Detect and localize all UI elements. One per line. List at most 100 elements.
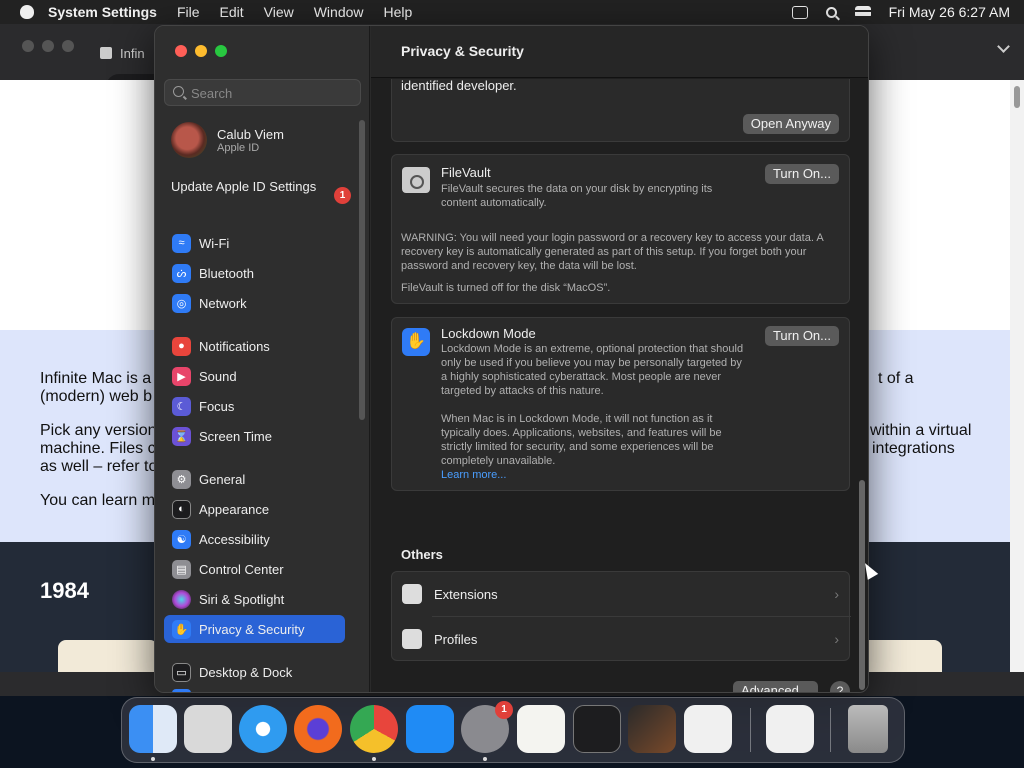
- dock-textedit[interactable]: [517, 705, 565, 753]
- menu-edit[interactable]: Edit: [220, 4, 244, 20]
- moon-icon: ☾: [172, 396, 191, 416]
- bluetooth-icon: ᔖ: [172, 263, 191, 283]
- account-name: Calub Viem: [217, 126, 284, 142]
- dock-chrome[interactable]: [350, 705, 398, 753]
- tab-list-chevron-icon[interactable]: [997, 40, 1010, 53]
- page-scrollbar[interactable]: [1010, 80, 1024, 672]
- dock-trash[interactable]: [848, 705, 888, 753]
- favicon-icon: [100, 47, 112, 59]
- sidebar-item-privacy-security[interactable]: ✋ Privacy & Security: [164, 615, 345, 643]
- sidebar-item-general[interactable]: ⚙ General: [164, 465, 345, 493]
- learn-more-link[interactable]: Learn more...: [441, 468, 506, 482]
- help-button[interactable]: ?: [830, 681, 850, 692]
- dock-safari[interactable]: [239, 705, 287, 753]
- content-scrollbar[interactable]: [859, 480, 865, 690]
- control-center-icon[interactable]: [854, 6, 871, 18]
- apple-id-account[interactable]: Calub Viem Apple ID: [171, 122, 284, 158]
- others-heading: Others: [401, 547, 443, 562]
- intro-line-right: integrations: [872, 440, 955, 457]
- filevault-title: FileVault: [441, 165, 491, 180]
- update-apple-id-item[interactable]: Update Apple ID Settings 1: [171, 179, 351, 204]
- dock-system-settings[interactable]: 1: [461, 701, 513, 753]
- menu-file[interactable]: File: [177, 4, 200, 20]
- year-heading: 1984: [40, 578, 89, 603]
- hourglass-icon: ⌛: [172, 426, 191, 446]
- intro-line: Infinite Mac is a: [40, 370, 152, 387]
- sidebar: Search Calub Viem Apple ID Update Apple …: [155, 26, 370, 692]
- update-badge: 1: [334, 187, 351, 204]
- sidebar-item-bluetooth[interactable]: ᔖ Bluetooth: [164, 259, 345, 287]
- dock-vscode[interactable]: [684, 705, 732, 753]
- apple-menu-icon[interactable]: [20, 5, 34, 19]
- search-icon: [173, 86, 184, 97]
- hand-icon: ✋: [402, 328, 430, 356]
- content-pane: Privacy & Security identified developer.…: [371, 26, 868, 692]
- sidebar-item-appearance[interactable]: ◐ Appearance: [164, 495, 345, 523]
- intro-line: machine. Files c: [40, 440, 156, 457]
- others-list: Extensions › Profiles ›: [391, 571, 851, 661]
- menu-window[interactable]: Window: [314, 4, 364, 20]
- sidebar-item-control-center[interactable]: ▤ Control Center: [164, 555, 345, 583]
- open-anyway-button[interactable]: Open Anyway: [742, 114, 839, 134]
- speaker-icon: ▶: [172, 366, 191, 386]
- dock-visual-studio[interactable]: [766, 705, 814, 753]
- intro-line: Pick any version: [40, 422, 157, 439]
- siri-icon: [172, 589, 191, 609]
- content-scroll-area[interactable]: identified developer. Open Anyway FileVa…: [371, 79, 868, 692]
- filevault-status: FileVault is turned off for the disk “Ma…: [401, 282, 611, 294]
- profiles-row[interactable]: Profiles ›: [392, 617, 851, 661]
- sidebar-item-partial[interactable]: [164, 688, 345, 692]
- sidebar-item-accessibility[interactable]: ☯ Accessibility: [164, 525, 345, 553]
- filevault-desc: FileVault secures the data on your disk …: [441, 183, 713, 209]
- zoom-button[interactable]: [215, 45, 227, 57]
- sidebar-scrollbar[interactable]: [359, 120, 365, 420]
- menu-clock[interactable]: Fri May 26 6:27 AM: [889, 4, 1010, 20]
- extensions-icon: [402, 584, 422, 604]
- sidebar-item-desktop-dock[interactable]: ▭ Desktop & Dock: [164, 658, 345, 686]
- content-header: Privacy & Security: [371, 26, 868, 78]
- avatar: [171, 122, 207, 158]
- dock-app-store[interactable]: [406, 705, 454, 753]
- dock-launchpad[interactable]: [184, 705, 232, 753]
- lockdown-title: Lockdown Mode: [441, 326, 536, 341]
- menu-help[interactable]: Help: [384, 4, 413, 20]
- sidebar-item-focus[interactable]: ☾ Focus: [164, 392, 345, 420]
- chevron-right-icon: ›: [834, 631, 839, 647]
- intro-line-right: t of a: [878, 370, 914, 387]
- menu-view[interactable]: View: [264, 4, 294, 20]
- sidebar-item-notifications[interactable]: ● Notifications: [164, 332, 345, 360]
- close-button[interactable]: [175, 45, 187, 57]
- sidebar-item-network[interactable]: ◎ Network: [164, 289, 345, 317]
- page-title: Privacy & Security: [401, 43, 524, 59]
- system-card[interactable]: [58, 640, 158, 672]
- dock-firefox[interactable]: [294, 705, 342, 753]
- minimize-button[interactable]: [195, 45, 207, 57]
- chevron-right-icon: ›: [834, 586, 839, 602]
- intro-line-right: within a virtual: [870, 422, 972, 439]
- lockdown-desc-2: When Mac is in Lockdown Mode, it will no…: [441, 413, 722, 467]
- intro-link-line[interactable]: You can learn m: [40, 492, 155, 510]
- dock-garageband[interactable]: [628, 705, 676, 753]
- sidebar-item-wifi[interactable]: ≈ Wi-Fi: [164, 229, 345, 257]
- lockdown-turn-on-button[interactable]: Turn On...: [764, 326, 839, 346]
- display-icon: [172, 689, 191, 692]
- dock-finder[interactable]: [129, 705, 177, 753]
- filevault-box: FileVault FileVault secures the data on …: [391, 154, 850, 304]
- advanced-button[interactable]: Advanced...: [733, 681, 818, 692]
- browser-traffic-lights[interactable]: [22, 40, 74, 52]
- screen-mirroring-icon[interactable]: [791, 5, 808, 19]
- gear-icon: ⚙: [172, 469, 191, 489]
- account-subtitle: Apple ID: [217, 141, 260, 154]
- extensions-row[interactable]: Extensions ›: [392, 572, 851, 616]
- sidebar-item-screen-time[interactable]: ⌛ Screen Time: [164, 422, 345, 450]
- search-input[interactable]: Search: [164, 79, 361, 106]
- filevault-turn-on-button[interactable]: Turn On...: [764, 164, 839, 184]
- sidebar-item-siri-spotlight[interactable]: Siri & Spotlight: [164, 585, 345, 613]
- menu-app-name[interactable]: System Settings: [48, 4, 157, 20]
- filevault-icon: [402, 167, 430, 193]
- sidebar-item-sound[interactable]: ▶ Sound: [164, 362, 345, 390]
- dock-badge: 1: [495, 701, 513, 719]
- globe-icon: ◎: [172, 293, 191, 313]
- spotlight-icon[interactable]: [825, 6, 837, 18]
- dock-terminal[interactable]: [573, 705, 621, 753]
